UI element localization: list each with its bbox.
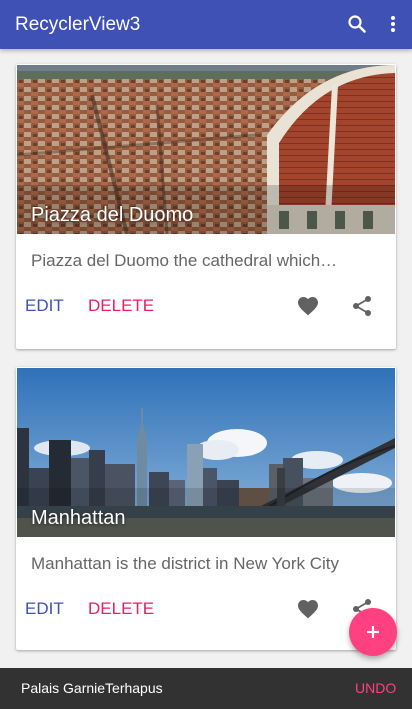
snackbar-message: Palais GarnieTerhapus [21, 680, 163, 696]
card-image[interactable]: Piazza del Duomo [17, 65, 395, 234]
more-vert-icon[interactable] [381, 12, 405, 36]
app-bar: RecyclerView3 [0, 0, 412, 49]
app-title: RecyclerView3 [15, 14, 141, 35]
edit-button[interactable]: EDIT [25, 296, 64, 316]
favorite-icon[interactable] [296, 597, 320, 621]
card-image[interactable]: Manhattan [17, 368, 395, 537]
favorite-icon[interactable] [296, 294, 320, 318]
share-icon[interactable] [350, 294, 374, 318]
add-fab-button[interactable] [349, 608, 397, 656]
card: Piazza del Duomo Piazza del Duomo the ca… [16, 64, 396, 349]
card-title: Manhattan [31, 507, 126, 529]
snackbar: Palais GarnieTerhapus UNDO [0, 668, 412, 709]
card: Manhattan Manhattan is the district in N… [16, 367, 396, 650]
undo-button[interactable]: UNDO [355, 680, 396, 697]
search-icon[interactable] [345, 12, 369, 36]
delete-button[interactable]: DELETE [88, 296, 154, 316]
edit-button[interactable]: EDIT [25, 599, 64, 619]
add-icon [367, 626, 379, 638]
delete-button[interactable]: DELETE [88, 599, 154, 619]
card-title: Piazza del Duomo [31, 204, 194, 226]
card-description: Piazza del Duomo the cathedral which… [31, 251, 338, 270]
card-description: Manhattan is the district in New York Ci… [31, 554, 340, 573]
